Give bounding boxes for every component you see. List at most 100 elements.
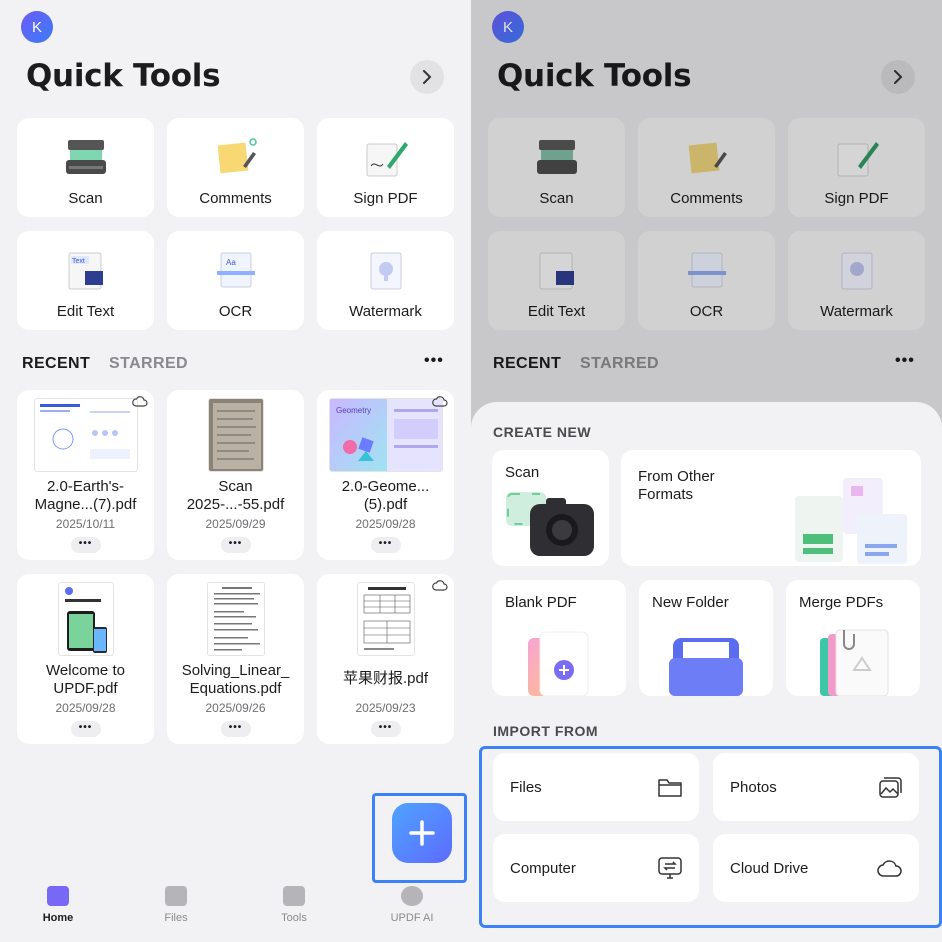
section-title-import-from: IMPORT FROM xyxy=(493,723,599,739)
nav-label: UPDF AI xyxy=(390,912,434,924)
page-title: Quick Tools xyxy=(26,58,221,94)
quick-tools-more-button[interactable] xyxy=(410,60,444,94)
file-more-button[interactable]: ••• xyxy=(70,537,101,553)
svg-text:Text: Text xyxy=(72,258,85,265)
tool-comments[interactable]: Comments xyxy=(167,118,304,217)
home-screen-with-sheet: K Quick Tools Scan Comments Sign PDF Edi… xyxy=(471,0,942,942)
file-date: 2025/09/29 xyxy=(205,517,266,531)
ai-icon xyxy=(401,886,423,906)
ocr-icon: Aa xyxy=(213,249,259,293)
chevron-right-icon xyxy=(423,70,432,84)
edit-text-icon: Text xyxy=(63,249,109,293)
recent-starred-tabs: RECENT STARRED xyxy=(22,355,202,373)
file-more-button[interactable]: ••• xyxy=(370,537,401,553)
nav-label: Home xyxy=(42,912,74,924)
file-name: Scan 2025-...-55.pdf xyxy=(186,478,285,513)
file-name: 苹果财报.pdf xyxy=(342,670,429,687)
file-card[interactable]: Scan 2025-...-55.pdf 2025/09/29 ••• xyxy=(167,390,304,560)
create-new-folder-card[interactable]: New Folder xyxy=(639,580,773,696)
card-label: From Other Formats xyxy=(638,468,715,503)
card-label: Merge PDFs xyxy=(799,594,884,611)
file-thumbnail xyxy=(57,582,114,656)
file-date: 2025/09/28 xyxy=(55,701,116,715)
file-thumbnail: Geometry xyxy=(328,398,443,472)
nav-label: Tools xyxy=(281,912,307,924)
card-label: Scan xyxy=(505,464,540,481)
tool-label: Scan xyxy=(68,190,103,207)
create-blank-pdf-card[interactable]: Blank PDF xyxy=(492,580,626,696)
card-label: Blank PDF xyxy=(505,594,577,611)
create-new-button[interactable] xyxy=(392,803,452,863)
import-files-button[interactable]: Files xyxy=(493,753,699,821)
tool-ocr[interactable]: Aa OCR xyxy=(167,231,304,330)
nav-tools[interactable]: Tools xyxy=(254,886,334,924)
nav-home[interactable]: Home xyxy=(18,886,98,924)
file-more-button[interactable]: ••• xyxy=(370,721,401,737)
folder-icon xyxy=(669,638,743,696)
tool-watermark[interactable]: Watermark xyxy=(317,231,454,330)
quick-tools-grid: Scan Comments Sign PDF Text Edit Text Aa… xyxy=(17,118,454,330)
import-photos-button[interactable]: Photos xyxy=(713,753,919,821)
create-merge-pdfs-card[interactable]: Merge PDFs xyxy=(786,580,920,696)
import-label: Computer xyxy=(510,859,576,877)
file-card[interactable]: Welcome to UPDF.pdf 2025/09/28 ••• xyxy=(17,574,154,744)
file-name: Welcome to UPDF.pdf xyxy=(46,662,125,697)
file-card[interactable]: 2.0-Earth's-Magne...(7).pdf 2025/10/11 •… xyxy=(17,390,154,560)
tool-sign-pdf[interactable]: Sign PDF xyxy=(317,118,454,217)
documents-icon xyxy=(795,478,907,564)
nav-files[interactable]: Files xyxy=(136,886,216,924)
tool-scan[interactable]: Scan xyxy=(17,118,154,217)
file-date: 2025/09/26 xyxy=(205,701,266,715)
avatar[interactable]: K xyxy=(21,11,53,43)
import-cloud-drive-button[interactable]: Cloud Drive xyxy=(713,834,919,902)
camera-icon xyxy=(506,492,594,556)
import-label: Cloud Drive xyxy=(730,859,809,877)
sticky-note-icon xyxy=(213,136,259,180)
merge-pdfs-icon xyxy=(820,629,889,696)
file-card[interactable]: Solving_Linear_ Equations.pdf 2025/09/26… xyxy=(167,574,304,744)
cloud-icon xyxy=(432,580,448,591)
computer-icon xyxy=(658,857,682,879)
nav-updf-ai[interactable]: UPDF AI xyxy=(372,886,452,924)
section-title-create-new: CREATE NEW xyxy=(493,424,592,440)
tool-label: Edit Text xyxy=(56,303,115,320)
plus-icon xyxy=(409,820,435,846)
bottom-nav: Home Files Tools UPDF AI xyxy=(0,880,471,942)
tool-edit-text[interactable]: Text Edit Text xyxy=(17,231,154,330)
folder-icon xyxy=(165,886,187,906)
file-more-button[interactable]: ••• xyxy=(70,721,101,737)
blank-pdf-icon xyxy=(528,631,589,696)
file-more-button[interactable]: ••• xyxy=(220,537,251,553)
card-label: New Folder xyxy=(652,594,729,611)
more-options-button[interactable]: ••• xyxy=(424,352,444,370)
file-thumbnail xyxy=(207,398,264,472)
import-label: Files xyxy=(510,778,542,796)
signature-icon xyxy=(363,136,409,180)
import-computer-button[interactable]: Computer xyxy=(493,834,699,902)
file-thumbnail xyxy=(356,582,415,656)
home-icon xyxy=(47,886,69,906)
home-screen: K Quick Tools Scan Comments Sign PDF Tex… xyxy=(0,0,471,942)
import-label: Photos xyxy=(730,778,777,796)
recent-files-grid: 2.0-Earth's-Magne...(7).pdf 2025/10/11 •… xyxy=(17,390,454,744)
file-thumbnail xyxy=(33,398,138,472)
file-card[interactable]: Geometry 2.0-Geome...(5).pdf 2025/09/28 … xyxy=(317,390,454,560)
cloud-icon xyxy=(432,396,448,407)
file-thumbnail xyxy=(206,582,265,656)
tab-recent[interactable]: RECENT xyxy=(22,355,90,372)
photos-icon xyxy=(879,777,902,798)
tab-starred[interactable]: STARRED xyxy=(109,355,188,372)
create-from-other-formats-card[interactable]: From Other Formats xyxy=(621,450,921,566)
file-name: Solving_Linear_ Equations.pdf xyxy=(181,662,290,697)
file-date: 2025/10/11 xyxy=(55,517,116,531)
create-scan-card[interactable]: Scan xyxy=(492,450,609,566)
file-more-button[interactable]: ••• xyxy=(220,721,251,737)
file-date: 2025/09/28 xyxy=(355,517,416,531)
file-name: 2.0-Geome...(5).pdf xyxy=(341,478,430,513)
file-date: 2025/09/23 xyxy=(355,701,416,715)
nav-label: Files xyxy=(164,912,188,924)
scanner-icon xyxy=(63,136,109,180)
file-card[interactable]: 苹果财报.pdf 2025/09/23 ••• xyxy=(317,574,454,744)
tool-label: Sign PDF xyxy=(353,190,418,207)
folder-icon xyxy=(658,779,682,797)
